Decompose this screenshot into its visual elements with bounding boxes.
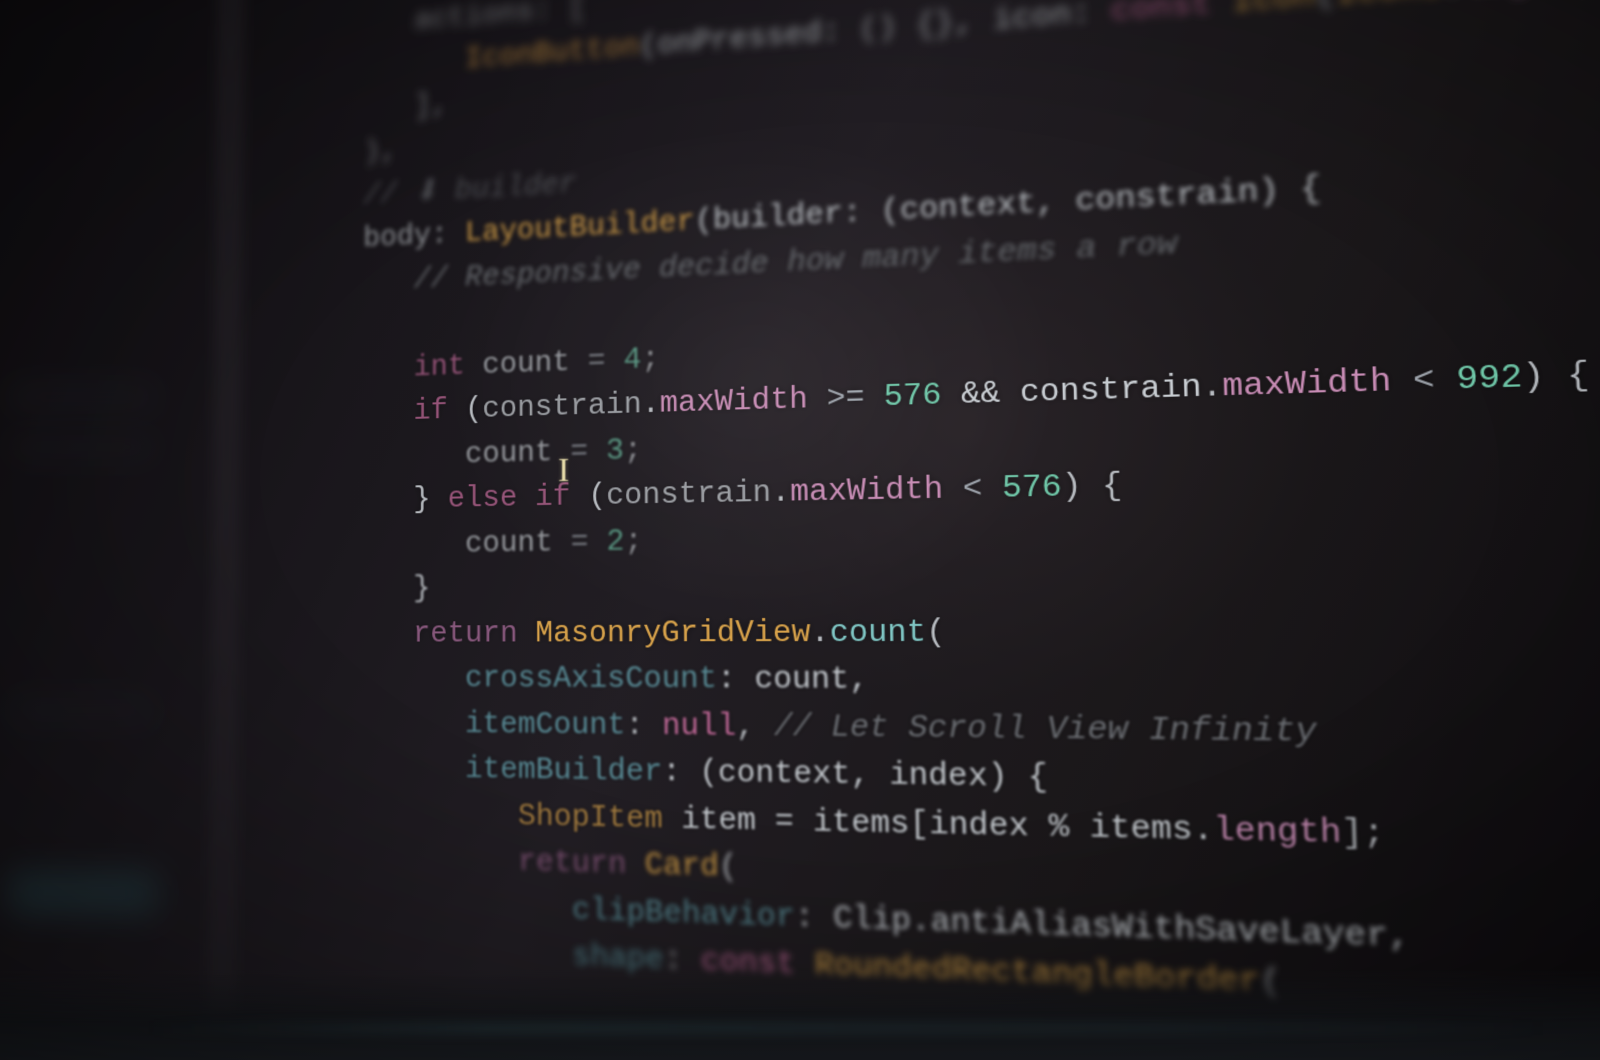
code-token: ]; (1341, 814, 1386, 854)
code-token: constrain (606, 476, 771, 514)
code-token: && constrain (941, 370, 1202, 414)
code-token: : count, (717, 662, 869, 699)
code-token: ; (641, 342, 659, 377)
code-token: 2 (606, 524, 624, 559)
code-token: ], (414, 88, 448, 123)
code-token: . (1442, 0, 1465, 6)
code-line[interactable]: return MasonryGridView.count( (311, 604, 1600, 658)
code-token: count (465, 435, 570, 472)
code-token: int (414, 349, 483, 385)
code-token: 576 (1002, 470, 1062, 508)
code-token: < (943, 471, 1003, 508)
code-token: : (context, index) { (662, 755, 1048, 797)
code-token: = (588, 343, 624, 379)
code-token: constrain (482, 388, 642, 427)
code-token: } (413, 483, 447, 518)
code-token: 576 (883, 378, 941, 416)
code-token: ), (364, 135, 398, 170)
code-token: : (625, 708, 662, 744)
code-token: ) (1522, 359, 1546, 398)
code-editor[interactable]: title: new Text("Title"), actions: [ Ico… (309, 0, 1600, 1040)
code-token: . (771, 475, 790, 511)
code-token: , icon: (954, 0, 1111, 42)
text-cursor-icon: I (558, 452, 569, 490)
code-token: Icons (1335, 0, 1443, 14)
desk-edge-highlight (140, 1024, 1560, 1032)
code-token: length (1213, 812, 1342, 853)
code-token: if (413, 393, 465, 428)
code-token: maxWidth (660, 382, 808, 421)
code-token: ( (926, 615, 946, 652)
code-token: MasonryGridView (535, 615, 810, 651)
code-token: maxWidth (1222, 364, 1392, 407)
code-token: () {} (859, 7, 955, 49)
code-token: . (1201, 369, 1223, 407)
code-token: >= (807, 380, 883, 418)
code-token: = (571, 525, 607, 560)
code-token: . (642, 387, 660, 422)
code-token: // Let Scroll View Infinity (774, 709, 1318, 751)
code-content[interactable]: title: new Text("Title"), actions: [ Ico… (309, 0, 1600, 1040)
code-token: Icon (1232, 0, 1316, 22)
code-token: } (413, 572, 430, 606)
code-token: ) { (1061, 468, 1122, 506)
code-token: ( (465, 393, 482, 427)
code-token: return (413, 616, 535, 651)
code-token: ShopItem (518, 799, 681, 838)
code-token: itemCount (465, 707, 626, 743)
code-token: LayoutBuilder (465, 205, 695, 251)
code-token: clipBehavior (572, 893, 795, 936)
code-token: ( (588, 479, 606, 514)
code-token: itemBuilder (465, 752, 663, 790)
code-token: 3 (606, 434, 624, 469)
code-token: body: (363, 217, 465, 256)
code-token: maxWidth (790, 472, 944, 511)
code-token: 4 (623, 343, 641, 378)
code-token: // ⬇ builder (363, 167, 576, 213)
code-token: item = items[index % items. (681, 802, 1214, 850)
code-token: ; (624, 433, 642, 468)
code-token: return (518, 845, 645, 884)
code-token: , (736, 709, 774, 745)
desk-shadow (0, 970, 1600, 1060)
code-token: count (465, 525, 571, 561)
code-token: { (1544, 357, 1590, 397)
code-token: count (829, 615, 926, 651)
code-token: crossAxisCount (465, 662, 717, 698)
code-token: < (1391, 362, 1457, 402)
code-token: ( (1314, 0, 1336, 16)
code-token: 992 (1456, 359, 1523, 399)
code-token: = (570, 434, 606, 469)
code-token: IconButton (465, 30, 640, 76)
code-token: Card (645, 848, 719, 886)
code-token: ( (719, 850, 738, 887)
screen: title: new Text("Title"), actions: [ Ico… (0, 0, 1600, 1060)
code-token: ; (624, 524, 642, 559)
code-token: count (482, 345, 587, 383)
code-token: null (662, 708, 736, 744)
code-token: const (1110, 0, 1232, 30)
code-token: . (810, 615, 829, 651)
